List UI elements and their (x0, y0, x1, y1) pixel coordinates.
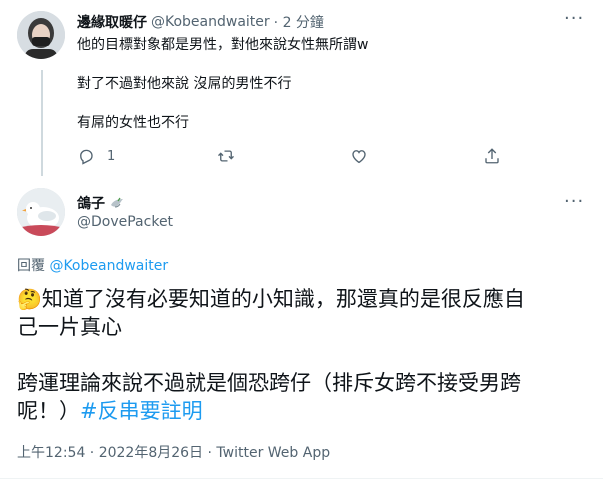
like-button[interactable] (350, 147, 368, 165)
tweet-timestamp[interactable]: 上午12:54 · 2022年8月26日 · Twitter Web App (17, 442, 330, 462)
reply-button[interactable]: 1 (77, 147, 115, 165)
avatar-image (17, 11, 65, 59)
tweet-text-line-2: 己一片真心 (17, 315, 122, 339)
hashtag-link[interactable]: #反串要註明 (80, 399, 203, 423)
tweet-text-line-1: 🤔知道了沒有必要知道的小知識，那還真的是很反應自 (17, 287, 525, 311)
main-tweet-header: 鴿子 (77, 193, 125, 213)
dove-emoji-icon (111, 197, 123, 208)
tweet-text: 🤔知道了沒有必要知道的小知識，那還真的是很反應自 己一片真心 跨運理論來說不過就… (17, 285, 597, 425)
replying-mention-link[interactable]: @Kobeandwaiter (49, 258, 168, 274)
divider (0, 478, 603, 479)
reply-count: 1 (107, 148, 116, 164)
reply-tweet-header: 邊緣取暖仔 @Kobeandwaiter · 2 分鐘 (77, 12, 324, 32)
more-icon[interactable]: ··· (564, 191, 584, 212)
avatar[interactable] (17, 188, 65, 236)
tweet-text-line-4: 呢！）#反串要註明 (17, 399, 203, 423)
dove-avatar-image (17, 188, 65, 236)
user-handle[interactable]: @DovePacket (77, 214, 173, 230)
more-icon[interactable]: ··· (564, 8, 584, 29)
share-icon (485, 148, 499, 164)
user-handle[interactable]: @Kobeandwaiter (151, 14, 270, 30)
replying-to: 回覆 @Kobeandwaiter (17, 255, 168, 275)
retweet-icon (218, 150, 234, 162)
avatar[interactable] (17, 11, 65, 59)
tweet-text-line-3: 跨運理論來說不過就是個恐跨仔（排斥女跨不接受男跨 (17, 371, 521, 395)
retweet-button[interactable] (217, 147, 235, 165)
thinking-emoji: 🤔 (17, 287, 42, 311)
reply-icon (80, 149, 93, 165)
relative-time[interactable]: · 2 分鐘 (274, 12, 324, 32)
share-button[interactable] (483, 147, 501, 165)
display-name[interactable]: 鴿子 (77, 193, 105, 213)
like-icon (352, 150, 366, 164)
display-name[interactable]: 邊緣取暖仔 (77, 12, 147, 32)
reply-line-3: 有屌的女性也不行 (77, 115, 189, 131)
reply-line-1: 他的目標對象都是男性，對他來說女性無所謂w (77, 37, 369, 53)
replying-prefix: 回覆 (17, 258, 45, 274)
thread-line (41, 70, 43, 176)
reply-line-2: 對了不過對他來說 沒屌的男性不行 (77, 76, 292, 92)
